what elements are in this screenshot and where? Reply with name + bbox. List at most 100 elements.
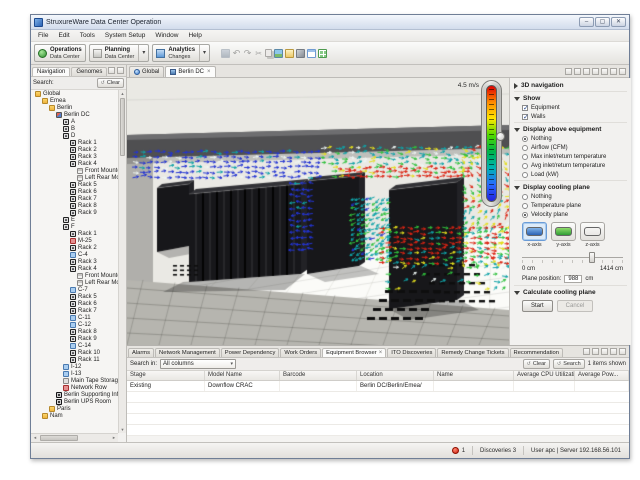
scroll-down-icon[interactable]: ▼ — [119, 426, 126, 433]
radio-icon[interactable] — [522, 203, 528, 209]
radio-icon[interactable] — [522, 194, 528, 200]
checkbox-option[interactable]: Walls — [522, 114, 627, 120]
radio-icon[interactable] — [522, 145, 528, 151]
tree-item[interactable]: E — [31, 216, 118, 223]
tree-item[interactable]: D — [31, 132, 118, 139]
tree-item[interactable]: Berlin Supporting Infrastru — [31, 391, 118, 398]
perspective-button[interactable]: Planning Data Center — [89, 44, 150, 62]
grid-icon[interactable] — [583, 348, 590, 355]
column-header[interactable]: Stage — [127, 371, 205, 380]
menu-item[interactable]: Window — [150, 30, 183, 41]
bottom-tab[interactable]: Alarms — [128, 348, 154, 357]
clear-search-button[interactable]: Clear — [97, 78, 124, 88]
radio-option[interactable]: Load (kW) — [522, 172, 627, 178]
radio-option[interactable]: Velocity plane — [522, 212, 627, 218]
close-tab-icon[interactable] — [379, 350, 383, 356]
tree-horizontal-scrollbar[interactable]: ◄ ► — [31, 433, 118, 442]
tree-item[interactable]: B — [31, 125, 118, 132]
close-icon[interactable] — [611, 17, 626, 27]
bottom-tab[interactable]: Network Management — [155, 348, 220, 357]
title-bar[interactable]: StruxureWare Data Center Operation — [31, 15, 629, 30]
perspective-button[interactable]: Operations Data Center — [34, 44, 86, 62]
report-icon[interactable] — [307, 49, 316, 58]
minimize-icon[interactable] — [579, 17, 594, 27]
column-header[interactable]: Model Name — [205, 371, 280, 380]
plane-position-value[interactable]: 988 — [564, 275, 582, 283]
tree-item[interactable]: Rack 9 — [31, 209, 118, 216]
search-in-select[interactable]: All columns — [160, 359, 236, 369]
radio-icon[interactable] — [522, 136, 528, 142]
radio-option[interactable]: Airflow (CFM) — [522, 145, 627, 151]
table-icon[interactable] — [565, 68, 572, 75]
bottom-tab[interactable]: Recommendation — [510, 348, 563, 357]
table-row[interactable]: Existing Downflow CRAC Berlin DC/Berlin/… — [127, 381, 629, 392]
radio-option[interactable]: Nothing — [522, 194, 627, 200]
tree-item[interactable]: Rack 2 — [31, 244, 118, 251]
plane-position-slider[interactable] — [522, 252, 623, 264]
scale-handle[interactable] — [496, 132, 505, 141]
3d-viewport[interactable]: 4.5 m/s — [127, 78, 509, 345]
tree-item[interactable]: Rack 7 — [31, 307, 118, 314]
tree-item[interactable]: Rack 10 — [31, 349, 118, 356]
bottom-tab[interactable]: Remedy Change Tickets — [437, 348, 508, 357]
column-header[interactable]: Average Pow... — [575, 371, 629, 380]
clear-button[interactable]: Clear — [523, 359, 550, 369]
slider-thumb[interactable] — [589, 252, 595, 263]
scrollbar-thumb[interactable] — [40, 435, 78, 441]
scrollbar-thumb[interactable] — [120, 98, 125, 156]
velocity-color-scale[interactable] — [481, 80, 502, 207]
minimize-panel-icon[interactable] — [610, 68, 617, 75]
left-panel-tab[interactable]: Navigation — [32, 67, 70, 76]
tree-item[interactable]: Main Tape Storage — [31, 377, 118, 384]
menu-item[interactable]: System Setup — [100, 30, 150, 41]
alarm-status-icon[interactable] — [452, 447, 459, 454]
minimize-panel-icon[interactable] — [108, 67, 115, 74]
maximize-icon[interactable] — [595, 17, 610, 27]
bottom-tab[interactable]: Work Orders — [280, 348, 321, 357]
save-icon[interactable] — [221, 49, 230, 58]
slider-track[interactable] — [522, 257, 623, 258]
target-icon[interactable] — [601, 68, 608, 75]
tree-item[interactable]: Berlin DC — [31, 111, 118, 118]
bottom-tab[interactable]: Power Dependency — [221, 348, 280, 357]
tree-item[interactable]: Rack 11 — [31, 356, 118, 363]
column-header[interactable]: Average CPU Utilization ... — [514, 371, 575, 380]
tree-item[interactable]: Rack 6 — [31, 300, 118, 307]
menu-item[interactable]: Edit — [53, 30, 74, 41]
axis-button[interactable] — [580, 222, 605, 241]
bottom-tab[interactable]: Equipment Browser — [322, 348, 386, 357]
tree-item[interactable]: Nam — [31, 412, 118, 419]
tree-item[interactable]: A — [31, 118, 118, 125]
cut-icon[interactable] — [254, 49, 263, 58]
tree-item[interactable]: Rack 3 — [31, 258, 118, 265]
tree-item[interactable]: C-11 — [31, 314, 118, 321]
perspective-button[interactable]: Analytics Changes — [152, 44, 210, 62]
redo-icon[interactable] — [243, 49, 252, 58]
column-header[interactable]: Name — [434, 371, 514, 380]
section-header[interactable]: Calculate cooling plane — [514, 289, 627, 296]
tree-item[interactable]: Rack 5 — [31, 293, 118, 300]
scroll-left-icon[interactable]: ◄ — [31, 434, 39, 442]
undo-icon[interactable] — [232, 49, 241, 58]
tree-item[interactable]: Left Rear Moun — [31, 174, 118, 181]
tree-item[interactable]: Rack 8 — [31, 328, 118, 335]
close-tab-icon[interactable] — [207, 69, 211, 75]
scroll-up-icon[interactable]: ▲ — [119, 90, 126, 97]
tree-item[interactable]: Global — [31, 90, 118, 97]
mail-icon[interactable] — [285, 49, 294, 58]
section-header[interactable]: Display cooling plane — [514, 184, 627, 191]
list-icon[interactable] — [592, 68, 599, 75]
tree-item[interactable]: Rack 9 — [31, 335, 118, 342]
tree-item[interactable]: Left Rear Moun — [31, 279, 118, 286]
bottom-tab[interactable]: ITO Discoveries — [387, 348, 436, 357]
tree-item[interactable]: Berlin UPS Room — [31, 398, 118, 405]
tree-item[interactable]: Emea — [31, 97, 118, 104]
tree-item[interactable]: Rack 4 — [31, 160, 118, 167]
tree-item[interactable]: Rack 6 — [31, 188, 118, 195]
tree-item[interactable]: Berlin — [31, 104, 118, 111]
start-button[interactable]: Start — [522, 300, 553, 312]
left-panel-tab[interactable]: Genomes — [71, 67, 107, 76]
tree-item[interactable]: I-13 — [31, 370, 118, 377]
tree-item[interactable]: I-12 — [31, 363, 118, 370]
tree-item[interactable]: Rack 8 — [31, 202, 118, 209]
